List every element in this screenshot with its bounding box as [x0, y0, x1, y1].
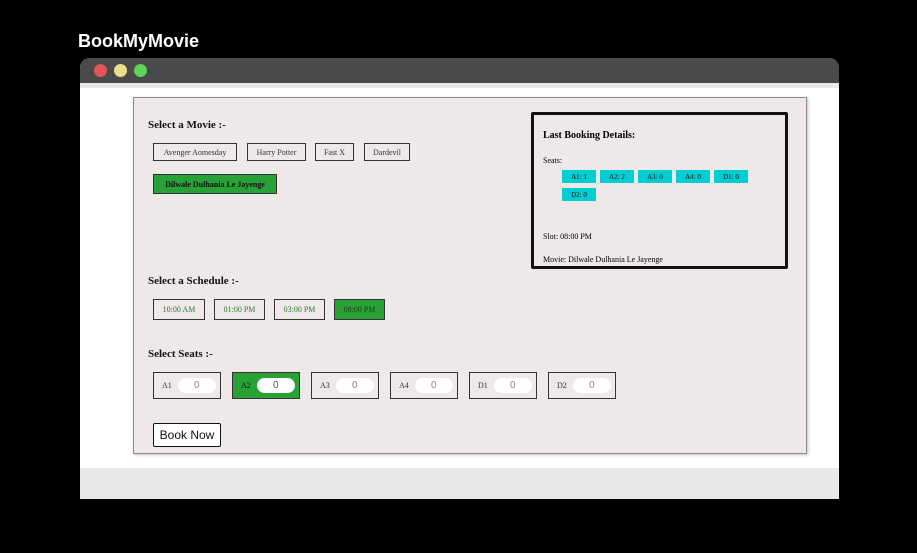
- movie-button-harry-potter[interactable]: Harry Potter: [247, 143, 306, 161]
- last-booking-movie: Movie: Dilwale Dulhania Le Jayenge: [543, 255, 663, 264]
- last-booking-title: Last Booking Details:: [543, 130, 636, 141]
- time-button-1000am[interactable]: 10:00 AM: [153, 299, 205, 320]
- maximize-window-icon[interactable]: [134, 64, 147, 77]
- movie-button-dardevil[interactable]: Dardevil: [364, 143, 410, 161]
- schedule-heading: Select a Schedule :-: [148, 275, 239, 287]
- movie-button-avenger[interactable]: Avenger Aomesday: [153, 143, 237, 161]
- close-window-icon[interactable]: [94, 64, 107, 77]
- seat-a3: A3: [311, 372, 379, 399]
- seat-a1-input[interactable]: [177, 378, 216, 393]
- seats-heading: Select Seats :-: [148, 348, 213, 360]
- booking-panel: Select a Movie :- Avenger Aomesday Harry…: [133, 97, 807, 454]
- time-button-0300pm[interactable]: 03:00 PM: [274, 299, 325, 320]
- seat-a4-input[interactable]: [414, 378, 453, 393]
- app-title: BookMyMovie: [78, 31, 200, 51]
- last-booking-slot: Slot: 08:00 PM: [543, 232, 592, 241]
- seat-tag: A4: 0: [676, 170, 710, 183]
- seat-label: A4: [399, 381, 409, 390]
- movie-button-ddlj[interactable]: Dilwale Dulhania Le Jayenge: [153, 174, 277, 194]
- seat-tag: D2: 0: [562, 188, 596, 201]
- book-now-button[interactable]: Book Now: [153, 423, 221, 447]
- seat-label: D2: [557, 381, 567, 390]
- seat-a1: A1: [153, 372, 221, 399]
- seat-label: A1: [162, 381, 172, 390]
- seat-a3-input[interactable]: [335, 378, 374, 393]
- seat-d1: D1: [469, 372, 537, 399]
- page-content: Select a Movie :- Avenger Aomesday Harry…: [80, 88, 839, 468]
- last-booking-details: Last Booking Details: Seats: A1: 1 A2: 2…: [531, 112, 788, 269]
- seat-a4: A4: [390, 372, 458, 399]
- seat-tag: D1: 0: [714, 170, 748, 183]
- seat-tag: A1: 1: [562, 170, 596, 183]
- movie-heading: Select a Movie :-: [148, 119, 226, 131]
- movie-button-fast-x[interactable]: Fast X: [315, 143, 354, 161]
- seat-d1-input[interactable]: [493, 378, 532, 393]
- minimize-window-icon[interactable]: [114, 64, 127, 77]
- seat-d2-input[interactable]: [572, 378, 611, 393]
- seats-label: Seats:: [543, 156, 563, 165]
- seat-a2-input[interactable]: [256, 378, 295, 393]
- seat-label: A3: [320, 381, 330, 390]
- seat-tag: A3: 0: [638, 170, 672, 183]
- time-button-0800pm[interactable]: 08:00 PM: [334, 299, 385, 320]
- time-button-0100pm[interactable]: 01:00 PM: [214, 299, 265, 320]
- seat-label: D1: [478, 381, 488, 390]
- seat-label: A2: [241, 381, 251, 390]
- browser-window: Select a Movie :- Avenger Aomesday Harry…: [80, 58, 839, 499]
- seat-d2: D2: [548, 372, 616, 399]
- window-titlebar: [80, 58, 839, 83]
- seat-a2: A2: [232, 372, 300, 399]
- seat-tag: A2: 2: [600, 170, 634, 183]
